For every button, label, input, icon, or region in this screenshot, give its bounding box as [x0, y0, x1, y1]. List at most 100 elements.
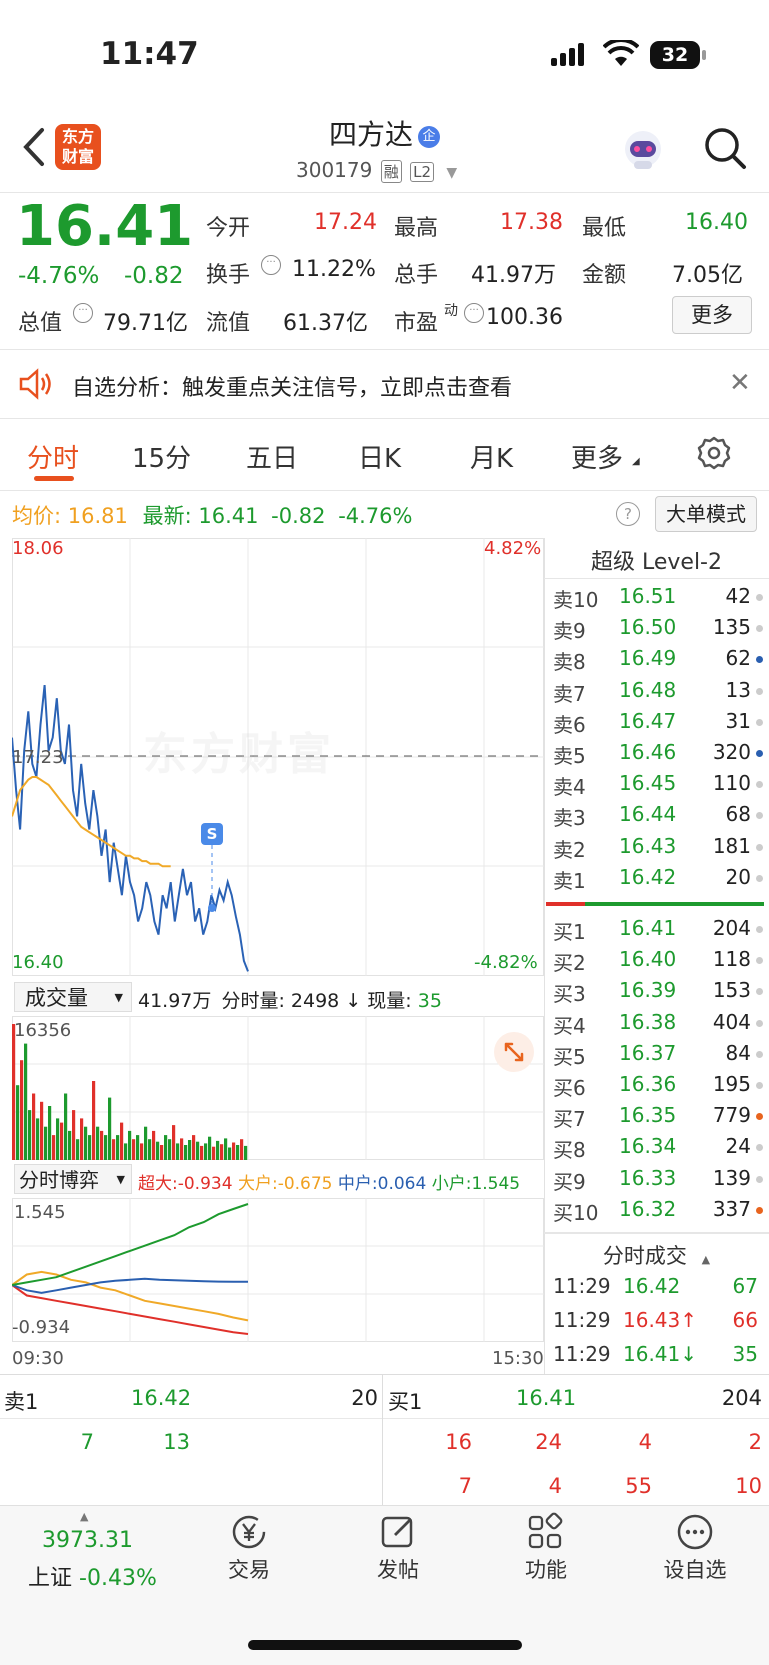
time-start-label: 09:30: [12, 1348, 64, 1369]
buy-row[interactable]: 买8 16.34 24: [553, 1134, 763, 1162]
search-icon[interactable]: [703, 126, 747, 174]
nav-post-label: 发帖: [377, 1558, 419, 1582]
tab-more[interactable]: 更多: [571, 438, 623, 475]
sell-queue-order: 7: [80, 1430, 94, 1454]
buy-row[interactable]: 买1 16.41 204: [553, 916, 763, 944]
pe-value: 100.36: [486, 305, 563, 330]
change-value: -0.82: [124, 263, 184, 289]
settings-icon[interactable]: [696, 435, 732, 475]
buy-row[interactable]: 买10 16.32 337: [553, 1197, 763, 1225]
wifi-icon: [602, 37, 640, 72]
big-order-mode-button[interactable]: 大单模式: [655, 496, 757, 532]
sell1-volume: 20: [351, 1386, 378, 1410]
pe-label: 市盈: [394, 311, 439, 336]
buy-level: 买4: [553, 1013, 586, 1038]
game-dropdown[interactable]: 分时博弈 ▼: [14, 1164, 132, 1194]
buy-row[interactable]: 买2 16.40 118: [553, 947, 763, 975]
chevron-down-icon[interactable]: ▼: [446, 165, 457, 181]
info-dots-icon[interactable]: ···: [73, 303, 93, 323]
turnover-value: 11.22%: [292, 257, 376, 282]
buy-row[interactable]: 买3 16.39 153: [553, 978, 763, 1006]
sell-row[interactable]: 卖7 16.48 13: [553, 678, 763, 706]
sell-volume: 20: [725, 864, 751, 889]
index-row[interactable]: 上证 -0.43%: [28, 1560, 157, 1592]
sell-price: 16.51: [619, 584, 677, 608]
buy-queue-order: 7: [458, 1474, 472, 1498]
signal-marker[interactable]: S: [201, 823, 223, 845]
sell-queue-order: 13: [163, 1430, 190, 1454]
sell-price: 16.49: [619, 646, 677, 671]
order-dot: [756, 957, 763, 965]
volume-dropdown[interactable]: 成交量 ▼: [14, 982, 132, 1012]
order-dot: [756, 874, 763, 882]
speaker-icon: [18, 368, 54, 404]
volume-bar: [140, 1143, 144, 1160]
banner[interactable]: 自选分析：触发重点关注信号，立即点击查看 ✕: [0, 350, 769, 418]
sell-row[interactable]: 卖9 16.50 135: [553, 615, 763, 643]
sell-row[interactable]: 卖5 16.46 320: [553, 740, 763, 768]
tab-monthly-k[interactable]: 月K: [470, 438, 513, 475]
caret-up-icon: ▲: [80, 1510, 89, 1523]
info-dots-icon[interactable]: ···: [464, 303, 484, 323]
expand-icon[interactable]: [494, 1032, 534, 1072]
divider: [382, 1374, 383, 1506]
buy-row[interactable]: 买5 16.37 84: [553, 1041, 763, 1069]
game-chart[interactable]: [12, 1198, 544, 1342]
index-value[interactable]: 3973.31: [42, 1528, 133, 1553]
divider: [0, 1505, 769, 1506]
level2-title[interactable]: 超级 Level-2: [544, 544, 769, 576]
volume-bar: [52, 1135, 56, 1160]
volume-bar: [96, 1126, 100, 1160]
order-dot: [756, 1113, 763, 1121]
buy-row[interactable]: 买6 16.36 195: [553, 1072, 763, 1100]
volume-bar: [32, 1093, 36, 1160]
nav-post[interactable]: 发帖: [348, 1512, 448, 1584]
volume-bar: [100, 1130, 104, 1160]
divider: [0, 192, 769, 193]
buy-volume: 204: [712, 916, 751, 940]
buy-queue-order: 16: [445, 1430, 472, 1454]
signal-icon: [551, 42, 591, 72]
tab-15min[interactable]: 15分: [132, 438, 191, 475]
info-dots-icon[interactable]: ···: [261, 255, 281, 275]
buy-row[interactable]: 买4 16.38 404: [553, 1010, 763, 1038]
volume-max-label: 16356: [14, 1020, 72, 1041]
volume-bar: [156, 1141, 160, 1160]
current-volume: 35: [417, 990, 442, 1012]
buy-row[interactable]: 买7 16.35 779: [553, 1103, 763, 1131]
divider: [0, 418, 769, 419]
volume-bar: [108, 1097, 112, 1160]
buy-volume: 84: [725, 1040, 751, 1065]
volume-bar: [68, 1130, 72, 1160]
volume-chart[interactable]: [12, 1016, 544, 1160]
help-icon[interactable]: ?: [616, 502, 640, 526]
buy-price: 16.36: [619, 1072, 677, 1096]
level2-tag: L2: [410, 162, 434, 182]
trades-title[interactable]: 分时成交 ▲: [544, 1240, 769, 1270]
more-button[interactable]: 更多: [672, 296, 752, 334]
close-icon[interactable]: ✕: [729, 368, 751, 398]
sell-row[interactable]: 卖1 16.42 20: [553, 865, 763, 893]
sell-row[interactable]: 卖3 16.44 68: [553, 802, 763, 830]
tab-5day[interactable]: 五日: [246, 438, 298, 475]
volume-info: 41.97万 分时量: 2498 ↓ 现量: 35: [138, 986, 442, 1013]
pct-bottom-label: -4.82%: [474, 952, 538, 973]
sell-volume: 110: [712, 771, 751, 796]
nav-add-watchlist[interactable]: 设自选: [645, 1512, 745, 1584]
tab-daily-k[interactable]: 日K: [358, 438, 401, 475]
sell-price: 16.43: [619, 833, 677, 858]
battery-cap: [702, 50, 706, 60]
robot-avatar-icon[interactable]: [620, 127, 666, 177]
sell-row[interactable]: 卖10 16.51 42: [553, 584, 763, 612]
grid-icon: [496, 1512, 596, 1554]
nav-features[interactable]: 功能: [496, 1512, 596, 1584]
tab-intraday[interactable]: 分时: [27, 438, 79, 475]
buy-price: 16.35: [619, 1103, 677, 1128]
buy-row[interactable]: 买9 16.33 139: [553, 1166, 763, 1194]
sell-row[interactable]: 卖8 16.49 62: [553, 646, 763, 674]
sell-row[interactable]: 卖4 16.45 110: [553, 771, 763, 799]
sell-row[interactable]: 卖6 16.47 31: [553, 709, 763, 737]
sell-row[interactable]: 卖2 16.43 181: [553, 834, 763, 862]
nav-trade[interactable]: 交易: [199, 1512, 299, 1584]
volume-bar: [80, 1118, 84, 1160]
